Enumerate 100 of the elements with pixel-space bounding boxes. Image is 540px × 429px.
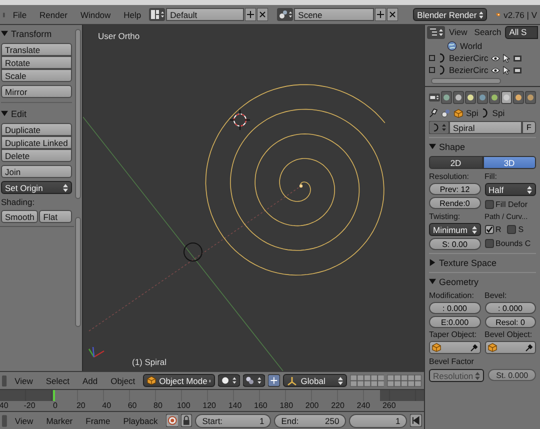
scene-icon[interactable]: [277, 8, 294, 21]
start-frame-field[interactable]: Start: 1: [195, 414, 272, 428]
eye-icon[interactable]: [491, 54, 500, 62]
scroll-bar[interactable]: [75, 29, 81, 199]
properties-tab-icon[interactable]: [525, 91, 536, 104]
menu-item[interactable]: Select: [40, 376, 74, 386]
properties-tab-icon[interactable]: [465, 91, 476, 104]
curve-selector-icon[interactable]: [429, 121, 449, 134]
disclosure-triangle-icon[interactable]: [429, 278, 436, 285]
orientation-dropdown[interactable]: Global: [282, 374, 347, 387]
jump-start-icon[interactable]: [410, 414, 422, 427]
shading-button[interactable]: Smooth: [1, 210, 38, 223]
number-field[interactable]: S: 0.00: [429, 238, 480, 250]
object-name: (1) Spiral: [132, 357, 166, 367]
menu-item[interactable]: Marker: [41, 416, 78, 426]
number-field[interactable]: : 0.000: [429, 302, 480, 314]
tool-button[interactable]: Translate: [1, 43, 72, 56]
scroll-bar[interactable]: [75, 217, 81, 327]
number-field[interactable]: : 0.000: [484, 302, 536, 314]
tool-button[interactable]: Rotate: [1, 56, 72, 69]
menu-item[interactable]: Object: [106, 376, 140, 386]
properties-tab-icon[interactable]: [477, 91, 488, 104]
pivot-dropdown-icon[interactable]: [243, 374, 265, 387]
frame-tick-label: 60: [126, 401, 138, 411]
properties-tab-icon[interactable]: [513, 91, 524, 104]
disclosure-triangle-icon[interactable]: [429, 259, 436, 266]
layer-grid-icon[interactable]: [350, 374, 384, 387]
menu-item[interactable]: Add: [77, 376, 103, 386]
mode-dropdown[interactable]: Object Mode: [143, 374, 216, 387]
frame-tick-label: 120: [202, 401, 218, 411]
breadcrumb-item[interactable]: Spi: [466, 108, 478, 118]
layout-field[interactable]: Default: [166, 8, 244, 21]
layer-grid-icon[interactable]: [387, 374, 422, 387]
filter-dropdown[interactable]: All S: [505, 26, 538, 39]
object-field[interactable]: [429, 341, 480, 354]
sphere-dropdown-icon[interactable]: [218, 374, 240, 387]
disclosure-triangle-icon[interactable]: [1, 110, 8, 117]
shading-button[interactable]: Flat: [39, 210, 72, 223]
menu-item[interactable]: Search: [471, 27, 504, 38]
tool-button[interactable]: Mirror: [1, 85, 72, 98]
menu-item[interactable]: Frame: [80, 416, 116, 426]
menu-item[interactable]: View: [10, 376, 38, 386]
twisting-dropdown[interactable]: Minimum: [429, 223, 480, 236]
end-frame-field[interactable]: End: 250: [274, 414, 346, 428]
number-field[interactable]: Rende:0: [429, 197, 480, 209]
properties-tab-icon[interactable]: [453, 91, 464, 104]
properties-tab-icon[interactable]: [501, 91, 512, 104]
tool-button[interactable]: Scale: [1, 69, 72, 82]
display-mode-icon[interactable]: [427, 26, 445, 39]
menu-item[interactable]: Help: [118, 10, 146, 20]
eyedropper-icon[interactable]: [470, 344, 478, 352]
render-engine-dropdown[interactable]: Blender Render: [413, 8, 488, 21]
lock-icon[interactable]: [181, 414, 192, 427]
disclosure-triangle-icon[interactable]: [1, 30, 8, 37]
datablock-name-field[interactable]: Spiral: [449, 121, 522, 134]
up-down-arrows-icon: [527, 186, 532, 194]
menu-item[interactable]: Render: [34, 10, 72, 20]
properties-tab-icon[interactable]: [441, 91, 452, 104]
outliner-item[interactable]: BezierCirc: [449, 65, 488, 76]
eye-icon[interactable]: [491, 66, 500, 74]
record-icon[interactable]: [166, 414, 178, 427]
tool-button[interactable]: Duplicate: [1, 123, 72, 136]
object-field[interactable]: [484, 341, 536, 354]
menu-item[interactable]: View: [446, 27, 470, 38]
breadcrumb-item[interactable]: Spi: [492, 108, 505, 118]
number-field[interactable]: Prev: 12: [429, 183, 480, 195]
outliner-item[interactable]: BezierCirc: [449, 53, 488, 64]
menu-item[interactable]: Playback: [118, 416, 163, 426]
layout-icon[interactable]: [149, 8, 166, 21]
dimension-toggle[interactable]: 3D: [482, 156, 536, 169]
disclosure-triangle-icon[interactable]: [429, 143, 436, 150]
menu-item[interactable]: File: [8, 10, 32, 20]
scroll-bar[interactable]: [431, 78, 501, 84]
tool-button[interactable]: Join: [1, 165, 72, 178]
close-icon[interactable]: [257, 8, 268, 21]
checkbox[interactable]: [484, 224, 494, 234]
tool-button[interactable]: Duplicate Linked: [1, 136, 72, 149]
close-icon[interactable]: [387, 8, 398, 21]
add-icon[interactable]: [375, 8, 386, 21]
add-icon[interactable]: [245, 8, 256, 21]
menu-item[interactable]: Window: [75, 10, 116, 20]
tool-button[interactable]: Delete: [1, 149, 72, 162]
number-field[interactable]: St. 0.000: [488, 369, 536, 381]
number-field[interactable]: E:0.000: [429, 316, 480, 328]
panel-type-icon[interactable]: [429, 91, 440, 104]
pin-icon[interactable]: [429, 108, 438, 118]
scene-field[interactable]: Scene: [294, 8, 374, 21]
checkbox[interactable]: [507, 224, 516, 234]
dimension-toggle[interactable]: 2D: [429, 156, 482, 169]
outliner-item[interactable]: World: [460, 40, 482, 51]
fake-user-button[interactable]: F: [522, 121, 536, 134]
fill-dropdown[interactable]: Half: [484, 183, 536, 196]
origin-dropdown[interactable]: Set Origin: [1, 181, 72, 194]
checkbox[interactable]: [484, 200, 494, 208]
checkbox[interactable]: [484, 238, 494, 248]
number-field[interactable]: Resol: 0: [484, 316, 536, 328]
current-frame-field[interactable]: 1: [349, 414, 408, 428]
eyedropper-icon[interactable]: [525, 344, 533, 352]
properties-tab-icon[interactable]: [489, 91, 500, 104]
menu-item[interactable]: View: [10, 416, 38, 426]
